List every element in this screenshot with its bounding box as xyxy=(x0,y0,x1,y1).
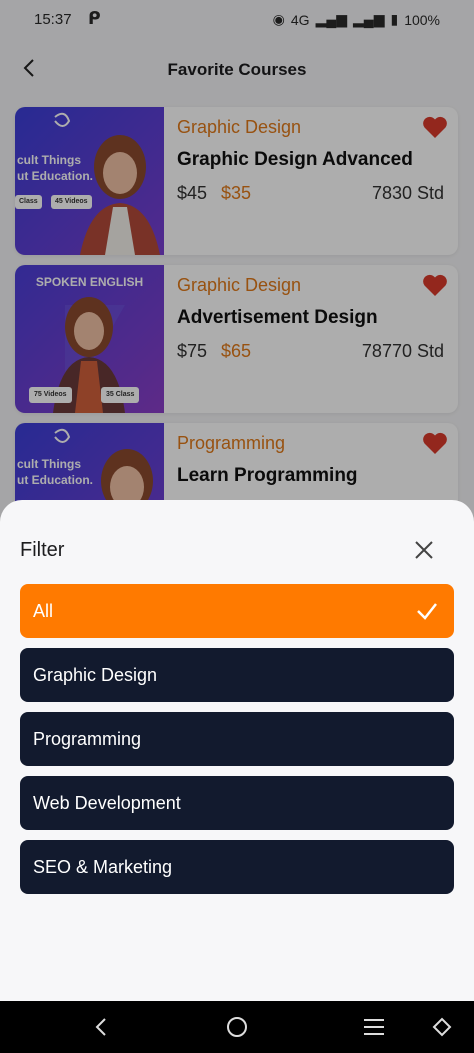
filter-option-label: Web Development xyxy=(33,792,181,813)
system-nav-bar xyxy=(0,1001,474,1053)
checkmark-icon xyxy=(417,603,437,620)
filter-option-label: All xyxy=(33,600,54,621)
close-icon[interactable] xyxy=(414,540,434,560)
filter-option-label: Graphic Design xyxy=(33,664,158,685)
filter-option-programming[interactable]: Programming xyxy=(20,712,454,766)
filter-option-label: SEO & Marketing xyxy=(33,856,173,877)
filter-option-graphic-design[interactable]: Graphic Design xyxy=(20,648,454,702)
filter-option-seo-marketing[interactable]: SEO & Marketing xyxy=(20,840,454,894)
filter-option-label: Programming xyxy=(33,728,142,749)
filter-title: Filter xyxy=(20,539,65,561)
nav-recents-icon[interactable] xyxy=(362,1015,386,1039)
rotate-screen-icon[interactable] xyxy=(430,1015,454,1039)
filter-option-web-development[interactable]: Web Development xyxy=(20,776,454,830)
filter-bottom-sheet: Filter All Graphic Design Programming We… xyxy=(0,500,474,1001)
nav-back-icon[interactable] xyxy=(90,1015,114,1039)
nav-home-icon[interactable] xyxy=(225,1015,249,1039)
filter-option-all[interactable]: All xyxy=(20,584,454,638)
